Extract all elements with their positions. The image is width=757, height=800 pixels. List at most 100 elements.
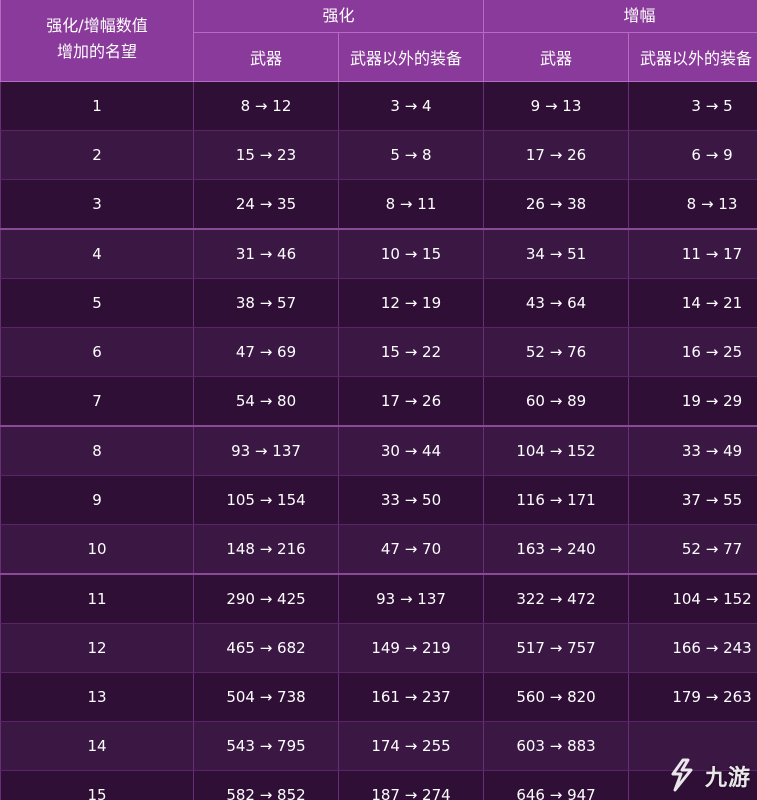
cell-strengthen-other: 30 → 44 [337, 425, 485, 476]
table-row: 13 504 → 738 161 → 237 560 → 820 179 → 263 [0, 672, 757, 722]
cell-amplify-other: 3 → 5 [628, 81, 757, 131]
cell-amplify-weapon: 34 → 51 [483, 228, 630, 279]
cell-level: 10 [0, 524, 194, 575]
table-row: 3 24 → 35 8 → 11 26 → 38 8 → 13 [0, 179, 757, 230]
cell-amplify-other: 37 → 55 [628, 475, 757, 525]
cell-amplify-weapon: 116 → 171 [483, 475, 630, 525]
subheader-strengthen-weapon: 武器 [193, 32, 339, 82]
cell-amplify-weapon: 163 → 240 [483, 524, 630, 575]
reputation-table: 强化/增幅数值 增加的名望 强化 增幅 武器 武器以外的装备 武器 武器以外的装… [0, 0, 757, 800]
cell-level: 4 [0, 228, 194, 279]
cell-strengthen-other: 47 → 70 [337, 524, 485, 575]
cell-amplify-weapon: 60 → 89 [483, 376, 630, 427]
corner-header: 强化/增幅数值 增加的名望 [0, 0, 194, 82]
cell-strengthen-other: 174 → 255 [337, 721, 485, 771]
cell-strengthen-other: 149 → 219 [337, 623, 485, 673]
group-header-amplify: 增幅 [483, 0, 757, 33]
cell-level: 11 [0, 573, 194, 624]
cell-strengthen-weapon: 290 → 425 [193, 573, 339, 624]
cell-strengthen-weapon: 465 → 682 [193, 623, 339, 673]
cell-level: 6 [0, 327, 194, 377]
table-row: 9 105 → 154 33 → 50 116 → 171 37 → 55 [0, 475, 757, 525]
cell-level: 5 [0, 278, 194, 328]
corner-header-line1: 强化/增幅数值 [46, 15, 148, 35]
cell-strengthen-weapon: 31 → 46 [193, 228, 339, 279]
cell-strengthen-weapon: 15 → 23 [193, 130, 339, 180]
cell-strengthen-weapon: 543 → 795 [193, 721, 339, 771]
cell-strengthen-weapon: 24 → 35 [193, 179, 339, 230]
table-row: 11 290 → 425 93 → 137 322 → 472 104 → 152 [0, 573, 757, 624]
cell-amplify-other: 33 → 49 [628, 425, 757, 476]
cell-amplify-other: 179 → 263 [628, 672, 757, 722]
watermark: 九游 [661, 756, 751, 796]
cell-strengthen-weapon: 8 → 12 [193, 81, 339, 131]
table-row: 7 54 → 80 17 → 26 60 → 89 19 → 29 [0, 376, 757, 427]
group-header-strengthen: 强化 [192, 0, 485, 33]
subheader-amplify-other: 武器以外的装备 [628, 32, 757, 82]
watermark-text: 九游 [704, 766, 751, 791]
table-row: 12 465 → 682 149 → 219 517 → 757 166 → 243 [0, 623, 757, 673]
table-row: 6 47 → 69 15 → 22 52 → 76 16 → 25 [0, 327, 757, 377]
cell-amplify-weapon: 646 → 947 [483, 770, 630, 800]
table-row: 2 15 → 23 5 → 8 17 → 26 6 → 9 [0, 130, 757, 180]
cell-strengthen-weapon: 47 → 69 [193, 327, 339, 377]
subheader-strengthen-other: 武器以外的装备 [337, 32, 485, 82]
cell-strengthen-other: 10 → 15 [337, 228, 485, 279]
cell-amplify-other: 52 → 77 [628, 524, 757, 575]
cell-amplify-weapon: 517 → 757 [483, 623, 630, 673]
cell-level: 15 [0, 770, 194, 800]
cell-amplify-weapon: 9 → 13 [483, 81, 630, 131]
table-row: 5 38 → 57 12 → 19 43 → 64 14 → 21 [0, 278, 757, 328]
cell-strengthen-weapon: 38 → 57 [193, 278, 339, 328]
cell-amplify-other: 19 → 29 [628, 376, 757, 427]
table-row: 14 543 → 795 174 → 255 603 → 883 [0, 721, 757, 771]
cell-strengthen-other: 8 → 11 [337, 179, 485, 230]
corner-header-line2: 增加的名望 [56, 41, 137, 61]
cell-amplify-other: 16 → 25 [628, 327, 757, 377]
cell-strengthen-other: 15 → 22 [337, 327, 485, 377]
table-body: 18 → 12 3 → 49 → 13 3 → 5 2 15 → 23 5 → 8 17 →… [0, 81, 757, 800]
cell-level: 13 [0, 672, 194, 722]
table-row: 18 → 12 3 → 49 → 13 3 → 5 [0, 81, 757, 131]
cell-amplify-weapon: 560 → 820 [483, 672, 630, 722]
jiuyou-logo-icon [671, 758, 693, 792]
subheader-amplify-weapon: 武器 [483, 32, 630, 82]
cell-strengthen-other: 3 → 4 [337, 81, 485, 131]
cell-strengthen-weapon: 148 → 216 [193, 524, 339, 575]
cell-strengthen-other: 17 → 26 [337, 376, 485, 427]
table-row: 4 31 → 46 10 → 15 34 → 51 11 → 17 [0, 228, 757, 279]
cell-strengthen-weapon: 93 → 137 [193, 425, 339, 476]
table-row: 10 148 → 216 47 → 70 163 → 240 52 → 77 [0, 524, 757, 575]
cell-level: 7 [0, 376, 194, 427]
cell-amplify-other: 166 → 243 [628, 623, 757, 673]
cell-amplify-weapon: 26 → 38 [483, 179, 630, 230]
cell-level: 3 [0, 179, 194, 230]
cell-amplify-weapon: 603 → 883 [483, 721, 630, 771]
cell-strengthen-other: 93 → 137 [337, 573, 485, 624]
cell-strengthen-other: 33 → 50 [337, 475, 485, 525]
table-header: 强化/增幅数值 增加的名望 强化 增幅 武器 武器以外的装备 武器 武器以外的装… [0, 0, 757, 82]
cell-level: 1 [0, 81, 194, 131]
cell-amplify-other: 14 → 21 [628, 278, 757, 328]
cell-strengthen-weapon: 582 → 852 [193, 770, 339, 800]
page: 强化/增幅数值 增加的名望 强化 增幅 武器 武器以外的装备 武器 武器以外的装… [0, 0, 757, 800]
cell-amplify-other: 8 → 13 [628, 179, 757, 230]
cell-strengthen-weapon: 504 → 738 [193, 672, 339, 722]
cell-level: 2 [0, 130, 194, 180]
cell-strengthen-weapon: 54 → 80 [193, 376, 339, 427]
cell-amplify-weapon: 52 → 76 [483, 327, 630, 377]
cell-amplify-weapon: 104 → 152 [483, 425, 630, 476]
cell-amplify-other: 11 → 17 [628, 228, 757, 279]
cell-strengthen-other: 161 → 237 [337, 672, 485, 722]
cell-amplify-other: 6 → 9 [628, 130, 757, 180]
cell-amplify-weapon: 43 → 64 [483, 278, 630, 328]
cell-amplify-weapon: 322 → 472 [483, 573, 630, 624]
table-row: 8 93 → 137 30 → 44 104 → 152 33 → 49 [0, 425, 757, 476]
cell-strengthen-other: 187 → 274 [337, 770, 485, 800]
cell-amplify-other: 104 → 152 [628, 573, 757, 624]
cell-level: 12 [0, 623, 194, 673]
cell-level: 14 [0, 721, 194, 771]
cell-level: 8 [0, 425, 194, 476]
cell-strengthen-weapon: 105 → 154 [193, 475, 339, 525]
cell-level: 9 [0, 475, 194, 525]
